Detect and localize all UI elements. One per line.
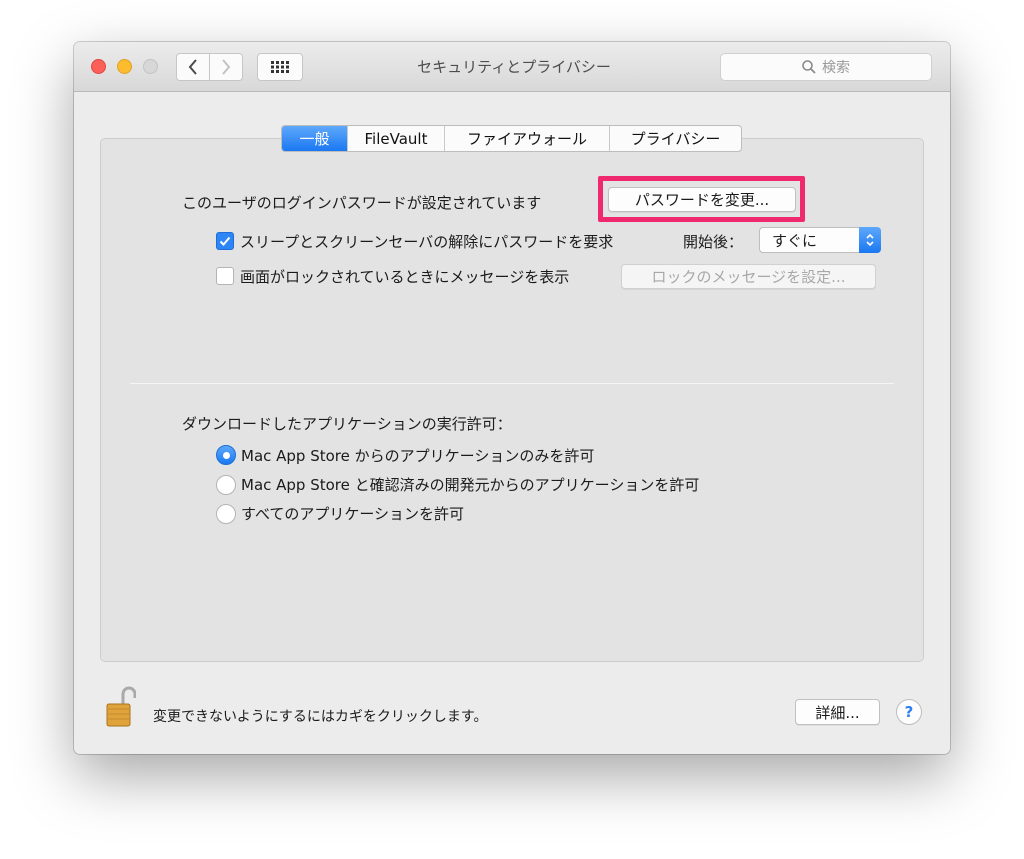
close-button[interactable] — [91, 59, 106, 74]
forward-button[interactable] — [209, 53, 243, 81]
tab-firewall[interactable]: ファイアウォール — [444, 126, 609, 151]
details-button[interactable]: 詳細... — [795, 699, 880, 725]
lock-icon[interactable] — [106, 686, 137, 732]
tab-bar: 一般 FileVault ファイアウォール プライバシー — [281, 125, 742, 152]
password-status-text: このユーザのログインパスワードが設定されています — [182, 194, 542, 212]
title-bar: セキュリティとプライバシー 検索 — [74, 42, 950, 92]
tab-filevault[interactable]: FileVault — [347, 126, 444, 151]
select-value: すぐに — [772, 231, 818, 250]
radio-app-store-only[interactable] — [216, 445, 236, 465]
grid-icon — [271, 61, 289, 73]
back-button[interactable] — [176, 53, 210, 81]
show-lock-message-label: 画面がロックされているときにメッセージを表示 — [240, 268, 570, 286]
require-password-delay-select[interactable]: すぐに — [759, 227, 881, 253]
search-icon — [802, 60, 816, 74]
show-all-button[interactable] — [257, 53, 303, 81]
require-password-after-label: 開始後： — [683, 233, 744, 251]
help-button[interactable]: ? — [896, 699, 922, 725]
section-divider — [130, 383, 894, 384]
download-permission-heading: ダウンロードしたアプリケーションの実行許可： — [182, 415, 512, 433]
search-placeholder: 検索 — [822, 60, 850, 76]
radio-anywhere-label: すべてのアプリケーションを許可 — [241, 505, 465, 523]
search-field[interactable]: 検索 — [720, 53, 932, 81]
minimize-button[interactable] — [117, 59, 132, 74]
radio-anywhere[interactable] — [216, 504, 236, 524]
tab-general[interactable]: 一般 — [282, 126, 347, 151]
window-title: セキュリティとプライバシー — [417, 58, 611, 76]
chevron-left-icon — [188, 59, 197, 75]
preferences-window: セキュリティとプライバシー 検索 一般 FileVault ファイアウォール プ… — [74, 42, 950, 754]
require-password-checkbox[interactable] — [216, 232, 234, 250]
select-arrows-icon — [859, 227, 881, 253]
checkmark-icon — [219, 236, 231, 246]
chevron-right-icon — [222, 59, 231, 75]
change-password-button[interactable]: パスワードを変更... — [608, 187, 796, 212]
lock-hint-text: 変更できないようにするにはカギをクリックします。 — [153, 709, 488, 725]
tab-privacy[interactable]: プライバシー — [609, 126, 741, 151]
radio-app-store-and-identified-label: Mac App Store と確認済みの開発元からのアプリケーションを許可 — [241, 476, 700, 494]
zoom-button[interactable] — [143, 59, 158, 74]
radio-app-store-and-identified[interactable] — [216, 475, 236, 495]
radio-app-store-only-label: Mac App Store からのアプリケーションのみを許可 — [241, 447, 595, 465]
show-lock-message-checkbox[interactable] — [216, 267, 234, 285]
set-lock-message-button[interactable]: ロックのメッセージを設定... — [621, 264, 876, 289]
require-password-label: スリープとスクリーンセーバの解除にパスワードを要求 — [240, 233, 614, 251]
